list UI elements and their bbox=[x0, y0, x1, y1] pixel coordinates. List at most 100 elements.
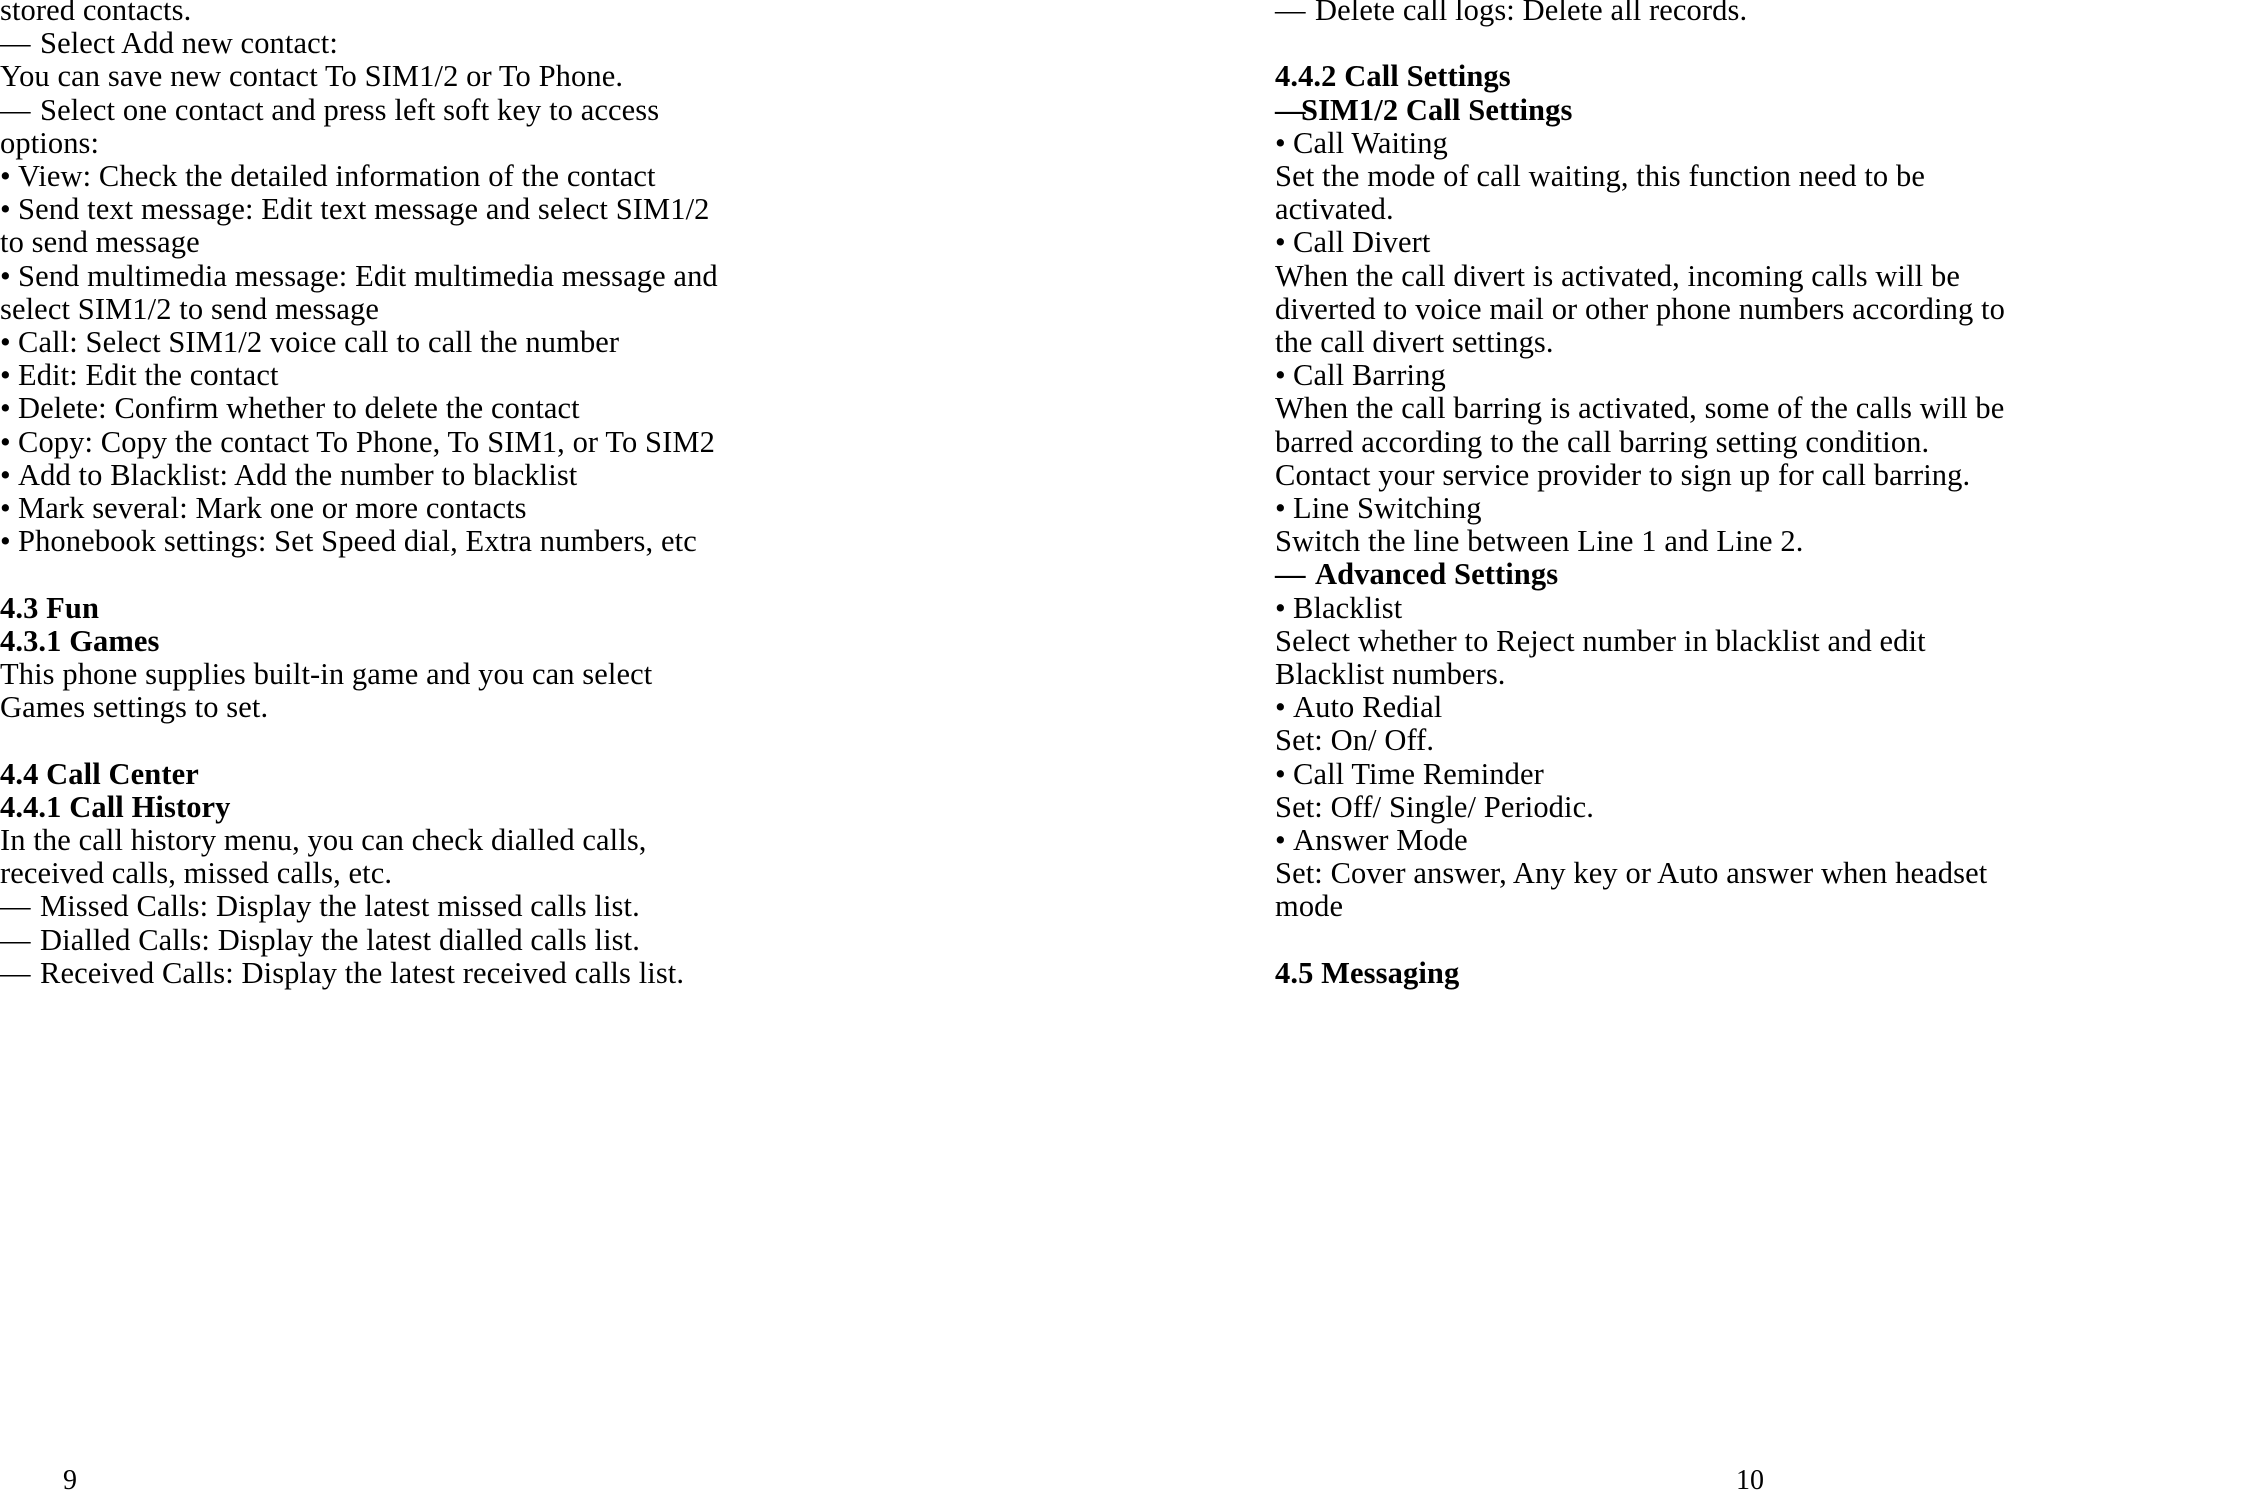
text-line: — Select one contact and press left soft … bbox=[0, 92, 1000, 127]
line-text: Advanced Settings bbox=[1315, 557, 1559, 592]
bullet-marker-icon: • bbox=[0, 424, 11, 459]
line-text: SIM1/2 Call Settings bbox=[1301, 92, 1573, 127]
text-line: — Missed Calls: Display the latest missed… bbox=[0, 890, 1000, 923]
dash-marker-icon: — bbox=[1275, 92, 1306, 127]
dash-marker-icon: — bbox=[0, 922, 31, 957]
bullet-marker-icon: • bbox=[1275, 690, 1286, 725]
bullet-marker-icon: • bbox=[1275, 491, 1286, 526]
text-line: select SIM1/2 to send message bbox=[0, 291, 379, 326]
line-text: Dialled Calls: Display the latest dialle… bbox=[40, 922, 640, 957]
text-line: to send message bbox=[0, 225, 200, 260]
text-line: — Select Add new contact: bbox=[0, 27, 1000, 60]
bullet-marker-icon: • bbox=[0, 457, 11, 492]
dash-marker-icon: — bbox=[0, 92, 31, 127]
line-text: Send text message: Edit text message and… bbox=[18, 192, 710, 227]
text-line: the call divert settings. bbox=[1275, 325, 1554, 360]
text-line: Contact your service provider to sign up… bbox=[1275, 457, 1971, 492]
page-left: stored contacts. — Select Add new contact:… bbox=[0, 0, 1260, 1506]
text-line: • Send multimedia message: Edit multimedi… bbox=[0, 258, 1000, 293]
line-text: Edit: Edit the contact bbox=[18, 358, 279, 393]
bullet-marker-icon: • bbox=[1275, 225, 1286, 260]
line-text: Line Switching bbox=[1293, 491, 1482, 526]
text-line: barred according to the call barring set… bbox=[1275, 424, 1930, 459]
heading-line: 4.3 Fun bbox=[0, 590, 100, 625]
heading-line: 4.5 Messaging bbox=[1275, 955, 1460, 990]
text-line: • Call Barring bbox=[1275, 359, 2260, 392]
line-text: Missed Calls: Display the latest missed … bbox=[40, 889, 640, 924]
line-text: Blacklist bbox=[1293, 590, 1403, 625]
text-line: • Send text message: Edit text message an… bbox=[0, 193, 1000, 226]
bullet-marker-icon: • bbox=[0, 358, 11, 393]
text-line: • Edit: Edit the contact bbox=[0, 359, 1000, 392]
page-right-text-column: — Delete call logs: Delete all records. 4… bbox=[1275, 0, 2260, 990]
heading-line: 4.4.1 Call History bbox=[0, 789, 231, 824]
text-line: When the call divert is activated, incom… bbox=[1275, 258, 1960, 293]
heading-line: 4.4.2 Call Settings bbox=[1275, 59, 1511, 94]
heading-line: 4.3.1 Games bbox=[0, 623, 160, 658]
text-line: When the call barring is activated, some… bbox=[1275, 391, 2005, 426]
page-number-right: 10 bbox=[1736, 1465, 1764, 1496]
bullet-marker-icon: • bbox=[0, 159, 11, 194]
bullet-marker-icon: • bbox=[1275, 590, 1286, 625]
text-line: This phone supplies built-in game and yo… bbox=[0, 657, 653, 692]
text-line: • Phonebook settings: Set Speed dial, Ext… bbox=[0, 525, 1000, 558]
line-text: Mark several: Mark one or more contacts bbox=[18, 491, 527, 526]
text-line: Set: Off/ Single/ Periodic. bbox=[1275, 789, 1594, 824]
text-line: received calls, missed calls, etc. bbox=[0, 856, 393, 891]
text-line: • Call Waiting bbox=[1275, 125, 2260, 160]
text-line: • Call Divert bbox=[1275, 226, 2260, 259]
text-line: Set: Cover answer, Any key or Auto answe… bbox=[1275, 856, 1988, 891]
line-text: Answer Mode bbox=[1293, 823, 1468, 858]
text-line: • Auto Redial bbox=[1275, 691, 2260, 724]
line-text: Call: Select SIM1/2 voice call to call t… bbox=[18, 325, 620, 360]
text-line: • View: Check the detailed information of… bbox=[0, 159, 1000, 194]
text-line: • Copy: Copy the contact To Phone, To SIM… bbox=[0, 424, 1000, 459]
heading-line: —SIM1/2 Call Settings bbox=[1275, 92, 2260, 127]
heading-line: — Advanced Settings bbox=[1275, 558, 2260, 591]
bullet-marker-icon: • bbox=[0, 192, 11, 227]
text-line: Select whether to Reject number in black… bbox=[1275, 623, 1926, 658]
text-line: mode bbox=[1275, 889, 1344, 924]
text-line: Blacklist numbers. bbox=[1275, 657, 1506, 692]
line-text: Add to Blacklist: Add the number to blac… bbox=[18, 457, 578, 492]
text-line: Set the mode of call waiting, this funct… bbox=[1275, 159, 1925, 193]
bullet-marker-icon: • bbox=[0, 258, 11, 293]
line-text: Delete: Confirm whether to delete the co… bbox=[18, 391, 580, 426]
bullet-marker-icon: • bbox=[0, 391, 11, 426]
bullet-marker-icon: • bbox=[1275, 756, 1286, 791]
text-line: • Blacklist bbox=[1275, 590, 2260, 625]
line-text: Delete call logs: Delete all records. bbox=[1315, 0, 1748, 27]
text-line: — Received Calls: Display the latest rece… bbox=[0, 955, 1000, 990]
bullet-marker-icon: • bbox=[1275, 125, 1286, 160]
text-line: • Line Switching bbox=[1275, 491, 2260, 526]
dash-marker-icon: — bbox=[0, 955, 31, 990]
text-line: • Answer Mode bbox=[1275, 823, 2260, 858]
text-line: diverted to voice mail or other phone nu… bbox=[1275, 291, 2005, 326]
page-left-text-column: stored contacts. — Select Add new contact:… bbox=[0, 0, 1000, 990]
text-line: Games settings to set. bbox=[0, 690, 269, 725]
text-line: • Mark several: Mark one or more contacts bbox=[0, 491, 1000, 526]
text-line: — Delete call logs: Delete all records. bbox=[1275, 0, 2260, 27]
bullet-marker-icon: • bbox=[1275, 358, 1286, 393]
text-line: activated. bbox=[1275, 192, 1394, 227]
text-line: In the call history menu, you can check … bbox=[0, 823, 647, 858]
line-text: Select Add new contact: bbox=[40, 26, 338, 61]
line-text: Select one contact and press left soft k… bbox=[40, 92, 660, 127]
document-spread: stored contacts. — Select Add new contact:… bbox=[0, 0, 2260, 1506]
bullet-marker-icon: • bbox=[1275, 823, 1286, 858]
line-text: Received Calls: Display the latest recei… bbox=[40, 955, 685, 990]
heading-line: 4.4 Call Center bbox=[0, 756, 199, 791]
line-text: Call Divert bbox=[1293, 225, 1431, 260]
text-line: Switch the line between Line 1 and Line … bbox=[1275, 524, 1804, 559]
text-line: • Delete: Confirm whether to delete the c… bbox=[0, 392, 1000, 425]
bullet-marker-icon: • bbox=[0, 491, 11, 526]
bullet-marker-icon: • bbox=[0, 325, 11, 360]
line-text: View: Check the detailed information of … bbox=[18, 159, 656, 194]
line-text: Call Barring bbox=[1293, 358, 1446, 393]
text-line: options: bbox=[0, 125, 100, 160]
line-text: Call Waiting bbox=[1293, 125, 1448, 160]
dash-marker-icon: — bbox=[1275, 0, 1306, 27]
page-number-left: 9 bbox=[63, 1465, 77, 1496]
